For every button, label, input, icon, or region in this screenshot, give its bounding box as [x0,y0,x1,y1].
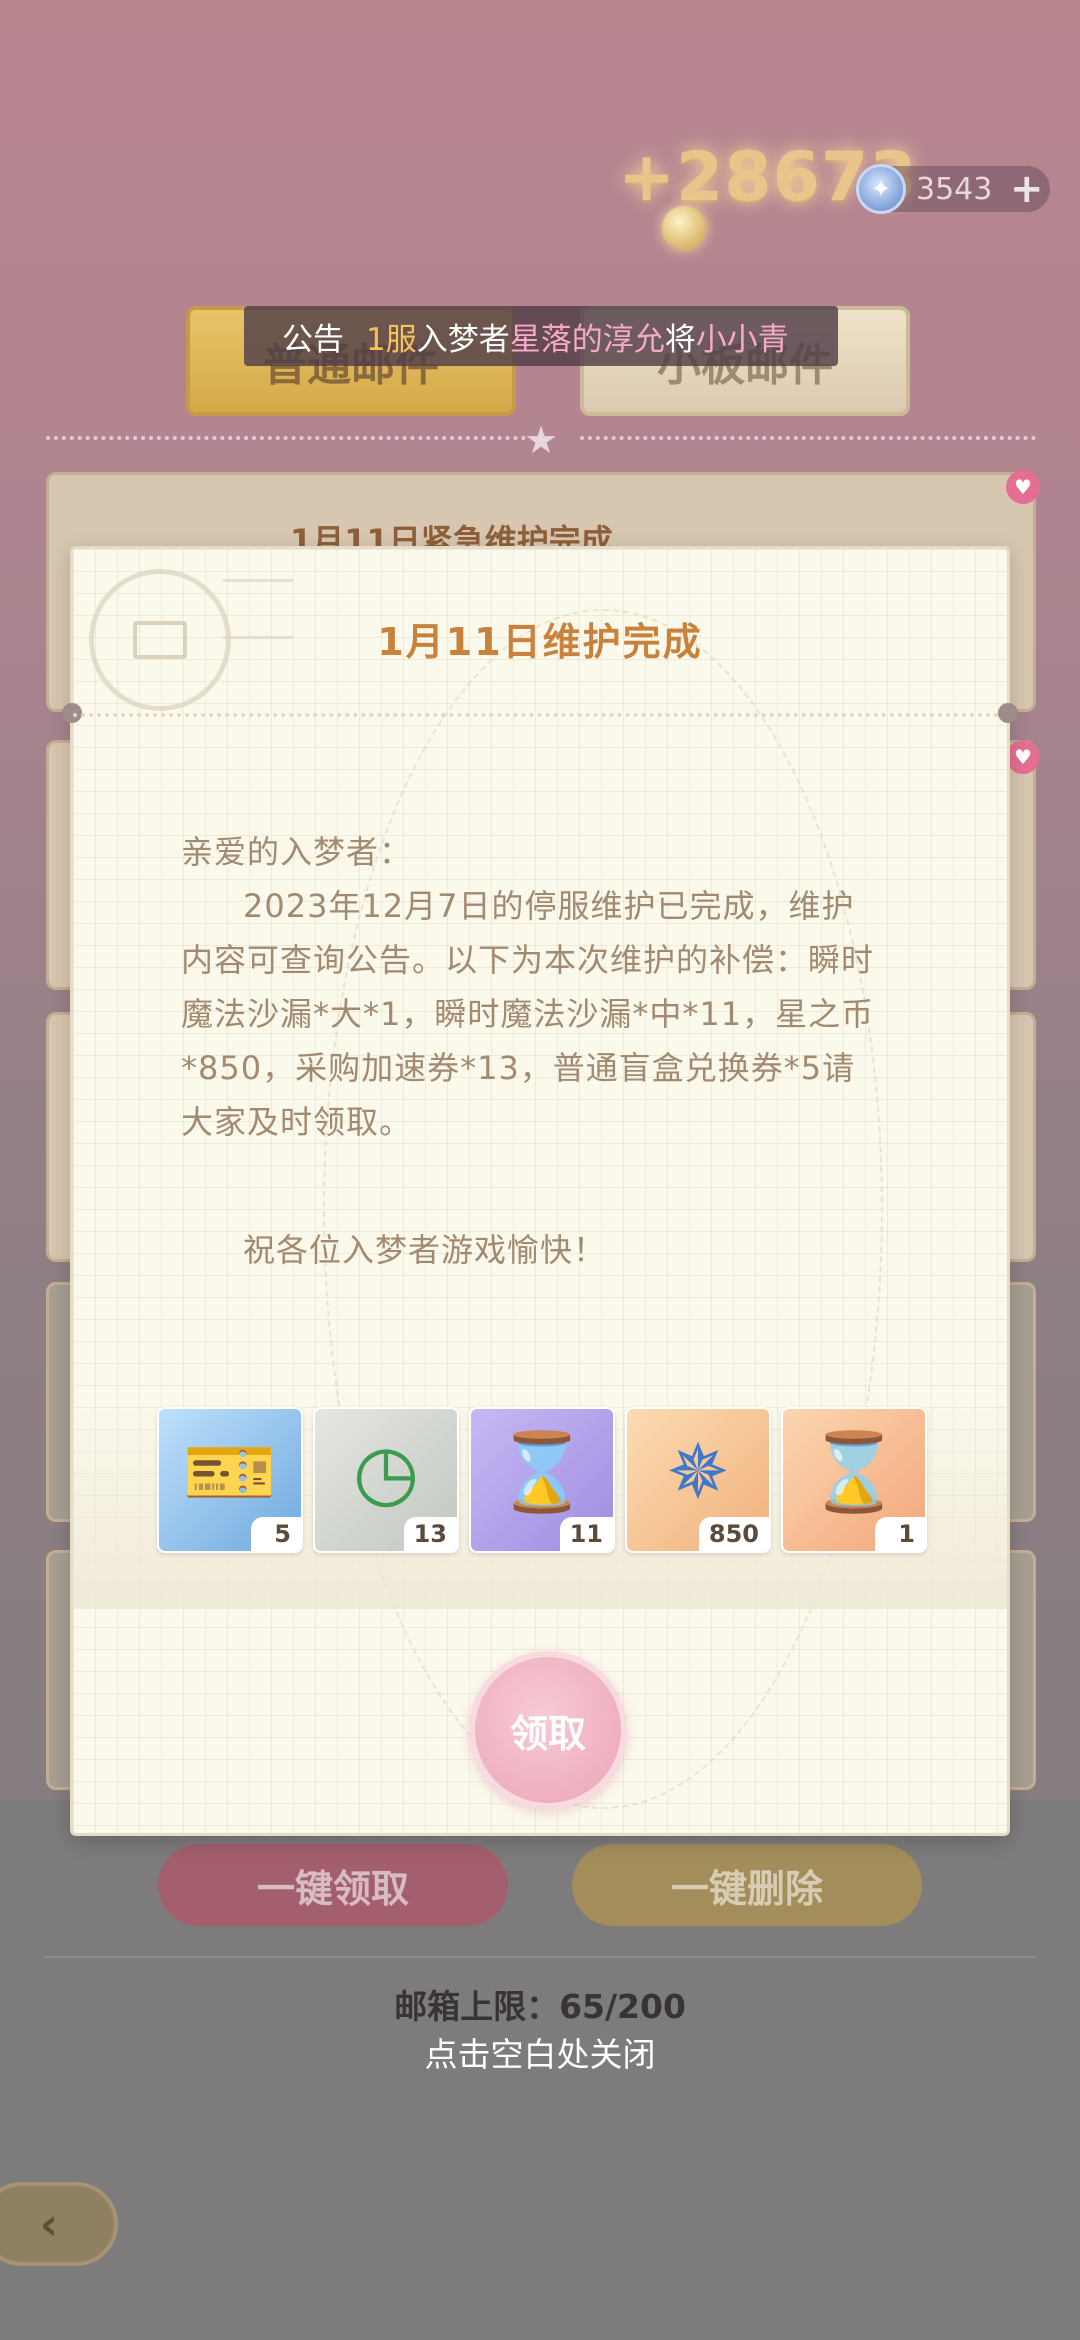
gold-coin-icon [662,206,706,250]
bottom-divider [44,1956,1036,1958]
reward-item-star-coin[interactable]: ✵ 850 [625,1407,771,1553]
reward-count: 13 [403,1517,457,1551]
claim-button[interactable]: 领取 [469,1651,627,1809]
perforation-line [73,713,1007,717]
reward-item-speedup-coupon[interactable]: ◷ 13 [313,1407,459,1553]
mailbox-limit-text: 邮箱上限：65/200 [394,1987,686,2026]
back-button[interactable]: ‹ [0,2182,118,2266]
reward-count: 5 [251,1517,301,1551]
claim-all-button[interactable]: 一键领取 [158,1844,508,1926]
hourglass-medium-icon: ⌛ [494,1427,590,1516]
speedup-coupon-icon: ◷ [352,1427,420,1516]
star-coin-icon: ✵ [666,1427,730,1516]
back-arrow-icon: ‹ [39,2198,59,2250]
reward-item-ticket[interactable]: 🎫 5 [157,1407,303,1553]
reward-list: 🎫 5 ◷ 13 ⌛ 11 ✵ 850 ⌛ 1 [157,1407,927,1553]
decorative-arc [323,609,883,1809]
ticket-icon: 🎫 [182,1427,278,1516]
divider-right [580,436,1036,440]
perforation-notch-right [998,703,1018,723]
announcement-seg2: 将 [664,321,696,358]
reward-count: 850 [698,1517,769,1551]
heart-icon: ♥ [1006,740,1040,774]
announcement-server: 1服 [366,321,417,358]
mail-title: 1月11日维护完成 [377,620,703,664]
announcement-player-name: 星落的淳允 [509,321,665,358]
reward-item-hourglass-medium[interactable]: ⌛ 11 [469,1407,615,1553]
mail-greeting: 亲爱的入梦者： [181,833,413,871]
announcement-label: 公告 [282,321,344,358]
divider-left [46,436,526,440]
heart-icon: ♥ [1006,470,1040,504]
hourglass-large-icon: ⌛ [806,1427,902,1516]
star-coin-value: 3543 [916,172,993,207]
announcement-target: 小小青 [695,321,789,358]
reward-count: 1 [875,1517,925,1551]
add-currency-icon[interactable]: + [1010,166,1044,212]
announcement-seg1: 入梦者 [416,321,510,358]
mail-closing-wish: 祝各位入梦者游戏愉快！ [243,1231,607,1269]
mail-detail-modal: 1月11日维护完成 亲爱的入梦者： 2023年12月7日的停服维护已完成，维护内… [62,546,1018,1836]
divider-star-icon: ★ [524,418,559,462]
close-hint-text[interactable]: 点击空白处关闭 [0,2028,1080,2076]
star-coin-icon: ✦ [856,164,906,214]
announcement-ticker: 公告 1服 入梦者 星落的淳允 将 小小青 [244,306,838,366]
mail-body: 2023年12月7日的停服维护已完成，维护内容可查询公告。以下为本次维护的补偿：… [181,887,875,1141]
delete-all-button[interactable]: 一键删除 [572,1844,922,1926]
reward-count: 11 [559,1517,613,1551]
reward-item-hourglass-large[interactable]: ⌛ 1 [781,1407,927,1553]
